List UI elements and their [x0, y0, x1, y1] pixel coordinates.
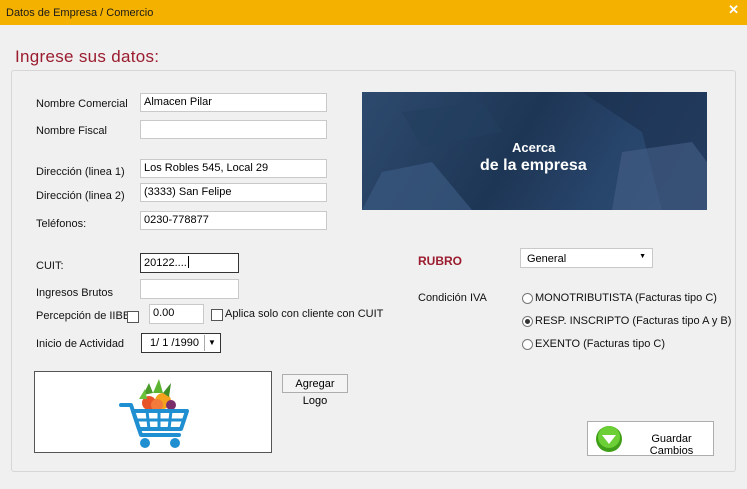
percepcion-input[interactable]: 0.00: [149, 304, 204, 324]
rubro-select[interactable]: General ▼: [520, 248, 653, 268]
cuit-label: CUIT:: [36, 260, 64, 272]
direccion1-input[interactable]: Los Robles 545, Local 29: [140, 159, 327, 178]
date-value: 1/ 1 /1990: [150, 337, 199, 349]
rubro-value: General: [527, 253, 567, 265]
chevron-down-icon: ▼: [639, 253, 646, 260]
nombre-fiscal-input[interactable]: [140, 120, 327, 139]
direccion2-input[interactable]: (3333) San Felipe: [140, 183, 327, 202]
cuit-value: 20122....: [144, 257, 187, 269]
aplica-solo-checkbox[interactable]: [211, 309, 223, 321]
nombre-comercial-input[interactable]: Almacen Pilar: [140, 93, 327, 112]
condicion-iva-label: Condición IVA: [418, 292, 487, 304]
inicio-actividad-label: Inicio de Actividad: [36, 338, 125, 350]
percepcion-checkbox[interactable]: [127, 311, 139, 323]
inicio-actividad-datepicker[interactable]: 1/ 1 /1990 ▼: [141, 333, 221, 353]
guardar-cambios-label: Guardar Cambios: [649, 433, 694, 457]
ingresos-brutos-input[interactable]: [140, 279, 239, 299]
radio-resp-inscripto-label[interactable]: RESP. INSCRIPTO (Facturas tipo A y B): [535, 315, 731, 327]
telefonos-input[interactable]: 0230-778877: [140, 211, 327, 230]
radio-exento[interactable]: [522, 339, 533, 350]
aplica-solo-label: Aplica solo con cliente con CUIT: [225, 308, 384, 320]
radio-monotributista-label[interactable]: MONOTRIBUTISTA (Facturas tipo C): [535, 292, 717, 304]
telefonos-label: Teléfonos:: [36, 218, 87, 230]
agregar-logo-button[interactable]: Agregar Logo: [282, 374, 348, 407]
radio-exento-label[interactable]: EXENTO (Facturas tipo C): [535, 338, 665, 350]
radio-monotributista[interactable]: [522, 293, 533, 304]
window-title: Datos de Empresa / Comercio: [6, 7, 154, 19]
green-down-arrow-icon: [596, 426, 622, 452]
ingresos-brutos-label: Ingresos Brutos: [36, 287, 114, 299]
banner-line-1: Acerca: [512, 140, 556, 155]
close-icon[interactable]: ✕: [728, 2, 739, 18]
percepcion-label: Percepción de IIBB: [36, 310, 131, 322]
direccion2-label: Dirección (linea 2): [36, 190, 125, 202]
guardar-cambios-button[interactable]: Guardar Cambios: [587, 421, 714, 457]
rubro-label: RUBRO: [418, 254, 462, 268]
direccion1-label: Dirección (linea 1): [36, 166, 125, 178]
banner-line-2: de la empresa: [480, 157, 587, 174]
radio-resp-inscripto[interactable]: [522, 316, 533, 327]
logo-preview: [34, 371, 272, 453]
text-caret: [187, 256, 189, 268]
page-heading: Ingrese sus datos:: [15, 47, 160, 66]
nombre-fiscal-label: Nombre Fiscal: [36, 125, 107, 137]
chevron-down-icon[interactable]: ▼: [204, 335, 219, 351]
shopping-cart-icon: [119, 379, 189, 448]
title-bar: Datos de Empresa / Comercio ✕: [0, 0, 747, 25]
cuit-input[interactable]: 20122....: [140, 253, 239, 273]
acerca-empresa-banner: Acerca de la empresa: [362, 92, 707, 210]
nombre-comercial-label: Nombre Comercial: [36, 98, 128, 110]
